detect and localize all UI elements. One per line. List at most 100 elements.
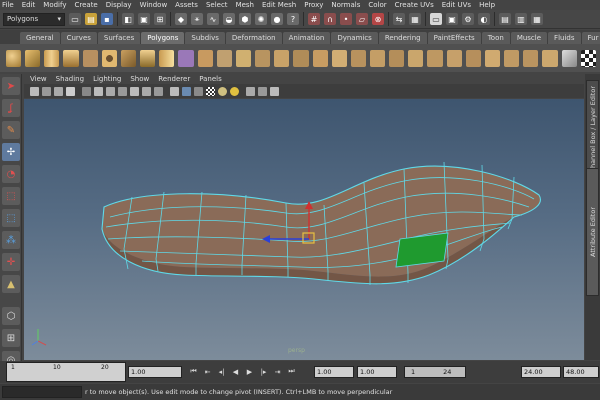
move-tool-icon[interactable]: ✢	[2, 143, 20, 161]
save-scene-icon[interactable]: ▪	[101, 13, 113, 25]
show-channel-box-icon[interactable]: ▤	[499, 13, 511, 25]
merge-icon[interactable]	[446, 49, 462, 67]
select-component-icon[interactable]: ⊞	[154, 13, 166, 25]
make-live-icon[interactable]: ⊗	[372, 13, 384, 25]
current-frame-field[interactable]: 1.00	[128, 366, 182, 378]
menu-edit[interactable]: Edit	[22, 1, 36, 9]
shadows-icon[interactable]	[230, 86, 239, 96]
poly-cylinder-icon[interactable]	[44, 49, 60, 67]
safe-title-icon[interactable]	[154, 86, 163, 96]
soft-modification-icon[interactable]: ⁂	[2, 231, 20, 249]
menu-proxy[interactable]: Proxy	[304, 1, 323, 9]
universal-manipulator-icon[interactable]: ⬚	[2, 209, 20, 227]
command-line-field[interactable]	[2, 386, 82, 398]
bevel-icon[interactable]	[427, 49, 443, 67]
mask-dynamics-icon[interactable]: ✺	[255, 13, 267, 25]
collapse-icon[interactable]	[465, 49, 481, 67]
scale-tool-icon[interactable]: ⬚	[2, 187, 20, 205]
range-slider-bar[interactable]: 1 24	[404, 366, 466, 378]
menu-file[interactable]: File	[2, 1, 14, 9]
checker-map-icon[interactable]	[580, 49, 596, 67]
step-forward-key-icon[interactable]: |▸	[258, 366, 269, 377]
select-tool-icon[interactable]: ➤	[2, 77, 20, 95]
menu-mesh[interactable]: Mesh	[236, 1, 254, 9]
panel-menu-show[interactable]: Show	[130, 75, 149, 83]
play-backwards-icon[interactable]: ◀	[230, 366, 241, 377]
delete-edge-icon[interactable]	[484, 49, 501, 67]
shelf-tab-toon[interactable]: Toon	[481, 32, 510, 44]
boolean-icon[interactable]	[274, 49, 290, 67]
mask-rendering-icon[interactable]: ●	[271, 13, 283, 25]
ipr-render-icon[interactable]: ▣	[446, 13, 458, 25]
uv-texture-editor-icon[interactable]	[561, 49, 577, 67]
bridge-icon[interactable]	[331, 49, 347, 67]
go-to-start-icon[interactable]: ⏮	[188, 366, 199, 377]
poly-prism-icon[interactable]	[120, 49, 137, 67]
go-to-end-icon[interactable]: ⏭	[286, 366, 297, 377]
camera-attributes-icon[interactable]	[42, 86, 51, 96]
image-plane-icon[interactable]	[66, 86, 75, 96]
cylindrical-map-icon[interactable]	[523, 49, 539, 67]
shelf-tab-deformation[interactable]: Deformation	[225, 32, 282, 44]
panel-menu-lighting[interactable]: Lighting	[93, 75, 121, 83]
select-camera-icon[interactable]	[30, 86, 39, 96]
separate-icon[interactable]	[216, 49, 232, 67]
append-polygon-icon[interactable]	[350, 49, 366, 67]
menu-help[interactable]: Help	[479, 1, 495, 9]
menu-create[interactable]: Create	[74, 1, 97, 9]
menu-select[interactable]: Select	[206, 1, 228, 9]
mask-misc-icon[interactable]: ?	[287, 13, 299, 25]
use-lights-icon[interactable]	[218, 86, 227, 96]
mask-handles-icon[interactable]: ◆	[175, 13, 187, 25]
shelf-tab-general[interactable]: General	[20, 32, 60, 44]
shelf-tab-dynamics[interactable]: Dynamics	[331, 32, 378, 44]
end-time-field[interactable]: 48.00	[563, 366, 599, 378]
planar-map-icon[interactable]	[504, 49, 520, 67]
mask-curves-icon[interactable]: ∿	[207, 13, 219, 25]
show-tool-settings-icon[interactable]: ▦	[531, 13, 543, 25]
new-scene-icon[interactable]: ▭	[69, 13, 81, 25]
polygon-mesh-object[interactable]	[101, 161, 541, 285]
shelf-tab-painteffects[interactable]: PaintEffects	[427, 32, 481, 44]
xray-icon[interactable]	[258, 86, 267, 96]
panel-menu-panels[interactable]: Panels	[199, 75, 222, 83]
shelf-tab-surfaces[interactable]: Surfaces	[97, 32, 141, 44]
open-scene-icon[interactable]: ▤	[85, 13, 97, 25]
poly-torus-icon[interactable]	[101, 49, 117, 67]
menu-assets[interactable]: Assets	[175, 1, 198, 9]
wireframe-icon[interactable]	[170, 86, 179, 96]
poly-sphere-icon[interactable]	[6, 49, 22, 67]
step-back-key-icon[interactable]: ◂|	[216, 366, 227, 377]
shelf-tab-fluids[interactable]: Fluids	[548, 32, 581, 44]
panel-menu-renderer[interactable]: Renderer	[158, 75, 190, 83]
hypershade-icon[interactable]: ◐	[478, 13, 490, 25]
shelf-tab-curves[interactable]: Curves	[60, 32, 97, 44]
panel-menu-shading[interactable]: Shading	[56, 75, 84, 83]
safe-action-icon[interactable]	[142, 86, 151, 96]
shelf-tab-fur[interactable]: Fur	[581, 32, 600, 44]
show-manipulator-icon[interactable]: ✛	[2, 253, 20, 271]
paint-select-tool-icon[interactable]: ✎	[2, 121, 20, 139]
mask-surfaces-icon[interactable]: ◒	[223, 13, 235, 25]
step-back-frame-icon[interactable]: ⇤	[202, 366, 213, 377]
single-perspective-layout-icon[interactable]: ⬡	[2, 307, 20, 325]
fill-hole-icon[interactable]	[369, 49, 386, 67]
menu-modify[interactable]: Modify	[43, 1, 66, 9]
tab-channel-box-layer-editor[interactable]: Channel Box / Layer Editor	[586, 80, 599, 178]
bookmarks-icon[interactable]	[54, 86, 63, 96]
film-gate-icon[interactable]	[94, 86, 103, 96]
mask-deformations-icon[interactable]: ⬢	[239, 13, 251, 25]
xray-joints-icon[interactable]	[270, 86, 279, 96]
shelf-tab-animation[interactable]: Animation	[282, 32, 331, 44]
render-frame-icon[interactable]: ▭	[430, 13, 442, 25]
spherical-map-icon[interactable]	[542, 49, 558, 67]
tab-attribute-editor[interactable]: Attribute Editor	[586, 168, 599, 296]
poly-pipe-icon[interactable]	[159, 49, 175, 67]
menu-set-dropdown[interactable]: Polygons ▾	[3, 12, 65, 26]
extract-icon[interactable]	[235, 49, 252, 67]
snap-curve-icon[interactable]: ∩	[324, 13, 336, 25]
shelf-tab-subdivs[interactable]: Subdivs	[185, 32, 225, 44]
extrude-icon[interactable]	[312, 49, 328, 67]
wireframe-on-shaded-icon[interactable]	[194, 86, 203, 96]
perspective-viewport[interactable]: persp	[24, 99, 584, 360]
